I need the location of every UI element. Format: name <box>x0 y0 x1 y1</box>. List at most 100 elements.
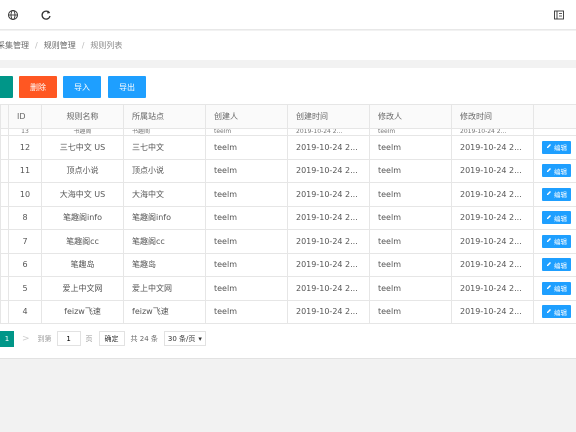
export-button[interactable]: 导出 <box>108 76 146 98</box>
row-checkbox[interactable] <box>0 182 9 207</box>
page-size-select[interactable]: 30 条/页 ▾ <box>163 331 206 346</box>
table-row[interactable]: 11 顶点小说 顶点小说 teelm 2019-10-24 2... teelm 2019-… <box>0 158 576 183</box>
column-header-name[interactable]: 规则名称 <box>41 104 124 129</box>
content-panel: 删除 导入 导出 ID 规则名称 所属站点 创建人 创建时间 修改人 修改时间 … <box>0 68 576 358</box>
edit-button[interactable]: 编辑 <box>542 187 571 201</box>
row-checkbox[interactable] <box>0 229 9 254</box>
side-menu-icon[interactable] <box>553 9 565 21</box>
cell-creator: teelm <box>205 276 288 301</box>
cell-actions: 编辑 <box>533 182 576 207</box>
cell-created: 2019-10-24 2... <box>287 276 370 301</box>
cell-modifier: teelm <box>369 135 452 160</box>
row-checkbox[interactable] <box>0 276 9 301</box>
column-header-site[interactable]: 所属站点 <box>123 104 206 129</box>
cell-modified: 2019-10-24 2... <box>451 158 534 183</box>
cell-modifier: teelm <box>369 276 452 301</box>
cell-modified: 2019-10-24 2... <box>451 128 534 136</box>
cell-id: 8 <box>8 205 42 230</box>
column-header-modified[interactable]: 修改时间 <box>451 104 534 129</box>
edit-label: 编辑 <box>554 167 567 176</box>
divider <box>0 358 576 359</box>
pencil-icon <box>546 214 552 222</box>
column-header-created[interactable]: 创建时间 <box>287 104 370 129</box>
table-row[interactable]: 5 爱上中文网 爱上中文网 teelm 2019-10-24 2... teelm 2019… <box>0 276 576 301</box>
cell-actions <box>533 128 576 136</box>
column-header-modifier[interactable]: 修改人 <box>369 104 452 129</box>
cell-modifier: teelm <box>369 299 452 324</box>
cell-id: 13 <box>8 128 42 136</box>
pagination: 1 > 到第 页 确定 共 24 条 30 条/页 ▾ <box>0 330 206 347</box>
pencil-icon <box>546 167 552 175</box>
pencil-icon <box>546 143 552 151</box>
edit-button[interactable]: 编辑 <box>542 140 571 154</box>
total-count: 共 24 条 <box>130 334 158 343</box>
column-header-creator[interactable]: 创建人 <box>205 104 288 129</box>
edit-button[interactable]: 编辑 <box>542 258 571 272</box>
cell-modified: 2019-10-24 2... <box>451 182 534 207</box>
row-checkbox[interactable] <box>0 158 9 183</box>
pencil-icon <box>546 284 552 292</box>
table-row[interactable]: 8 笔趣阁info 笔趣阁info teelm 2019-10-24 2... teelm… <box>0 205 576 230</box>
page-next-icon[interactable]: > <box>22 334 30 344</box>
cell-modified: 2019-10-24 2... <box>451 252 534 277</box>
cell-actions: 编辑 <box>533 158 576 183</box>
edit-button[interactable]: 编辑 <box>542 164 571 178</box>
row-checkbox[interactable] <box>0 205 9 230</box>
breadcrumb-item-current: 规则列表 <box>90 41 123 50</box>
cell-id: 10 <box>8 182 42 207</box>
cell-site: 三七中文 <box>123 135 206 160</box>
cell-creator: teelm <box>205 135 288 160</box>
pencil-icon <box>546 308 552 316</box>
cell-id: 12 <box>8 135 42 160</box>
edit-button[interactable]: 编辑 <box>542 211 571 225</box>
table-row[interactable]: 7 笔趣阁cc 笔趣阁cc teelm 2019-10-24 2... teelm 2019… <box>0 229 576 254</box>
edit-label: 编辑 <box>554 308 567 317</box>
pencil-icon <box>546 237 552 245</box>
page-size-value: 30 条/页 <box>167 334 196 343</box>
edit-button[interactable]: 编辑 <box>542 234 571 248</box>
table-row[interactable]: 13 书趣阁 书趣阁 teelm 2019-10-24 2... teelm 2… <box>0 128 576 136</box>
table-row[interactable]: 4 feizw飞速 feizw飞速 teelm 2019-10-24 2... teelm… <box>0 299 576 324</box>
goto-confirm-button[interactable]: 确定 <box>98 331 125 346</box>
cell-created: 2019-10-24 2... <box>287 135 370 160</box>
cell-modified: 2019-10-24 2... <box>451 299 534 324</box>
cell-site: 笔趣岛 <box>123 252 206 277</box>
edit-button[interactable]: 编辑 <box>542 281 571 295</box>
breadcrumb-item-rules[interactable]: 规则管理 <box>44 40 76 51</box>
cell-name: 书趣阁 <box>41 128 124 136</box>
breadcrumb-separator: / <box>81 41 85 50</box>
table-row[interactable]: 12 三七中文 US 三七中文 teelm 2019-10-24 2... teelm 20… <box>0 135 576 160</box>
page-current[interactable]: 1 <box>0 330 14 347</box>
table-row[interactable]: 6 笔趣岛 笔趣岛 teelm 2019-10-24 2... teelm 2019-10-… <box>0 252 576 277</box>
cell-created: 2019-10-24 2... <box>287 299 370 324</box>
cell-created: 2019-10-24 2... <box>287 205 370 230</box>
row-checkbox[interactable] <box>0 252 9 277</box>
row-checkbox[interactable] <box>0 135 9 160</box>
table-row[interactable]: 10 大海中文 US 大海中文 teelm 2019-10-24 2... teelm 20… <box>0 182 576 207</box>
breadcrumb-item-collect[interactable]: 采集管理 <box>0 40 29 51</box>
row-checkbox[interactable] <box>0 299 9 324</box>
edit-label: 编辑 <box>554 238 567 247</box>
cell-creator: teelm <box>205 229 288 254</box>
edit-label: 编辑 <box>554 261 567 270</box>
edit-button[interactable]: 编辑 <box>542 305 571 319</box>
cell-modifier: teelm <box>369 252 452 277</box>
column-header-id[interactable]: ID <box>8 104 42 129</box>
cell-id: 4 <box>8 299 42 324</box>
chevron-down-icon: ▾ <box>198 334 202 343</box>
globe-icon[interactable] <box>7 9 19 21</box>
cell-site: 笔趣阁cc <box>123 229 206 254</box>
checkbox-column-header[interactable] <box>0 104 9 129</box>
add-button[interactable] <box>0 76 13 98</box>
page-number-input[interactable] <box>56 331 81 346</box>
import-button[interactable]: 导入 <box>63 76 101 98</box>
goto-label: 到第 <box>37 334 52 343</box>
cell-created: 2019-10-24 2... <box>287 128 370 136</box>
edit-label: 编辑 <box>554 191 567 200</box>
refresh-icon[interactable] <box>40 9 52 21</box>
delete-button[interactable]: 删除 <box>19 76 57 98</box>
row-checkbox[interactable] <box>0 128 9 136</box>
cell-actions: 编辑 <box>533 229 576 254</box>
page-unit-label: 页 <box>85 334 93 343</box>
edit-label: 编辑 <box>554 214 567 223</box>
